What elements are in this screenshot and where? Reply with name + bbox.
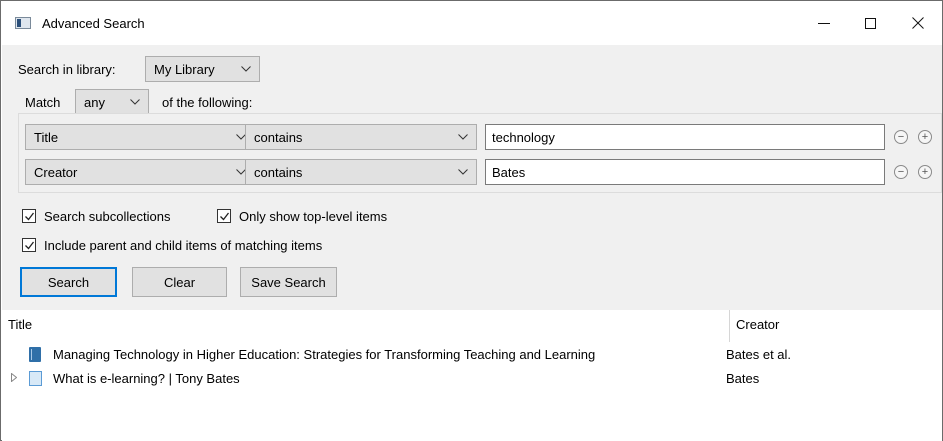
library-label: Search in library: bbox=[18, 62, 116, 77]
condition-field-value: Creator bbox=[34, 164, 78, 180]
add-condition-button[interactable]: + bbox=[918, 130, 932, 144]
close-button[interactable] bbox=[895, 1, 941, 45]
chevron-down-icon bbox=[458, 169, 468, 175]
subcollections-label: Search subcollections bbox=[44, 209, 171, 224]
plus-icon: + bbox=[921, 130, 929, 143]
subcollections-checkbox[interactable] bbox=[22, 209, 36, 223]
match-label: Match bbox=[25, 95, 61, 110]
condition-field-value: Title bbox=[34, 129, 59, 145]
include-parent-child-label: Include parent and child items of matchi… bbox=[44, 238, 323, 253]
search-button[interactable]: Search bbox=[20, 267, 117, 297]
row-title: What is e-learning? | Tony Bates bbox=[53, 371, 240, 386]
minimize-icon bbox=[818, 22, 830, 24]
minus-icon: − bbox=[897, 165, 905, 178]
search-panel: Search in library: My Library Match any … bbox=[2, 45, 942, 310]
chevron-right-icon bbox=[11, 372, 18, 383]
title-bar: Advanced Search bbox=[1, 1, 942, 45]
match-select-value: any bbox=[84, 94, 105, 110]
library-select[interactable]: My Library bbox=[145, 56, 260, 82]
remove-condition-button[interactable]: − bbox=[894, 165, 908, 179]
column-header-creator[interactable]: Creator bbox=[736, 310, 779, 338]
minimize-button[interactable] bbox=[801, 1, 847, 45]
web-page-icon bbox=[29, 371, 42, 386]
remove-condition-button[interactable]: − bbox=[894, 130, 908, 144]
condition-operator-select[interactable]: contains bbox=[245, 124, 477, 150]
maximize-icon bbox=[864, 17, 876, 29]
top-level-label: Only show top-level items bbox=[239, 209, 388, 224]
column-header-title[interactable]: Title bbox=[8, 310, 32, 338]
include-parent-child-checkbox[interactable] bbox=[22, 238, 36, 252]
condition-value-input[interactable]: Bates bbox=[485, 159, 885, 185]
app-window-icon bbox=[15, 17, 31, 29]
top-level-checkbox[interactable] bbox=[217, 209, 231, 223]
chevron-down-icon bbox=[241, 66, 251, 72]
results-table: Title Creator Managing Technology in Hig… bbox=[2, 310, 942, 441]
condition-field-select[interactable]: Title bbox=[25, 124, 255, 150]
following-label: of the following: bbox=[162, 95, 253, 110]
condition-operator-select[interactable]: contains bbox=[245, 159, 477, 185]
save-search-button[interactable]: Save Search bbox=[240, 267, 337, 297]
clear-button[interactable]: Clear bbox=[132, 267, 227, 297]
checkmark-icon bbox=[25, 241, 35, 250]
match-select[interactable]: any bbox=[75, 89, 149, 115]
condition-value-input[interactable]: technology bbox=[485, 124, 885, 150]
condition-field-select[interactable]: Creator bbox=[25, 159, 255, 185]
library-select-value: My Library bbox=[154, 61, 215, 77]
expand-toggle[interactable] bbox=[11, 372, 18, 384]
maximize-button[interactable] bbox=[847, 1, 893, 45]
row-creator: Bates bbox=[726, 371, 760, 386]
book-icon bbox=[29, 347, 41, 362]
table-row[interactable]: Managing Technology in Higher Education:… bbox=[2, 343, 942, 367]
window-title: Advanced Search bbox=[42, 16, 145, 31]
row-title: Managing Technology in Higher Education:… bbox=[53, 347, 596, 362]
checkmark-icon bbox=[220, 212, 230, 221]
chevron-down-icon bbox=[130, 99, 140, 105]
row-creator: Bates et al. bbox=[726, 347, 792, 362]
chevron-down-icon bbox=[458, 134, 468, 140]
close-icon bbox=[912, 17, 924, 29]
minus-icon: − bbox=[897, 130, 905, 143]
table-row[interactable]: What is e-learning? | Tony Bates Bates bbox=[2, 367, 942, 391]
advanced-search-window: Advanced Search Search in library: My Li… bbox=[0, 0, 943, 441]
column-divider[interactable] bbox=[729, 310, 730, 342]
plus-icon: + bbox=[921, 165, 929, 178]
condition-operator-value: contains bbox=[254, 164, 303, 180]
checkmark-icon bbox=[25, 212, 35, 221]
conditions-group: Title contains technology − + Creator co… bbox=[18, 113, 942, 193]
add-condition-button[interactable]: + bbox=[918, 165, 932, 179]
condition-operator-value: contains bbox=[254, 129, 303, 145]
